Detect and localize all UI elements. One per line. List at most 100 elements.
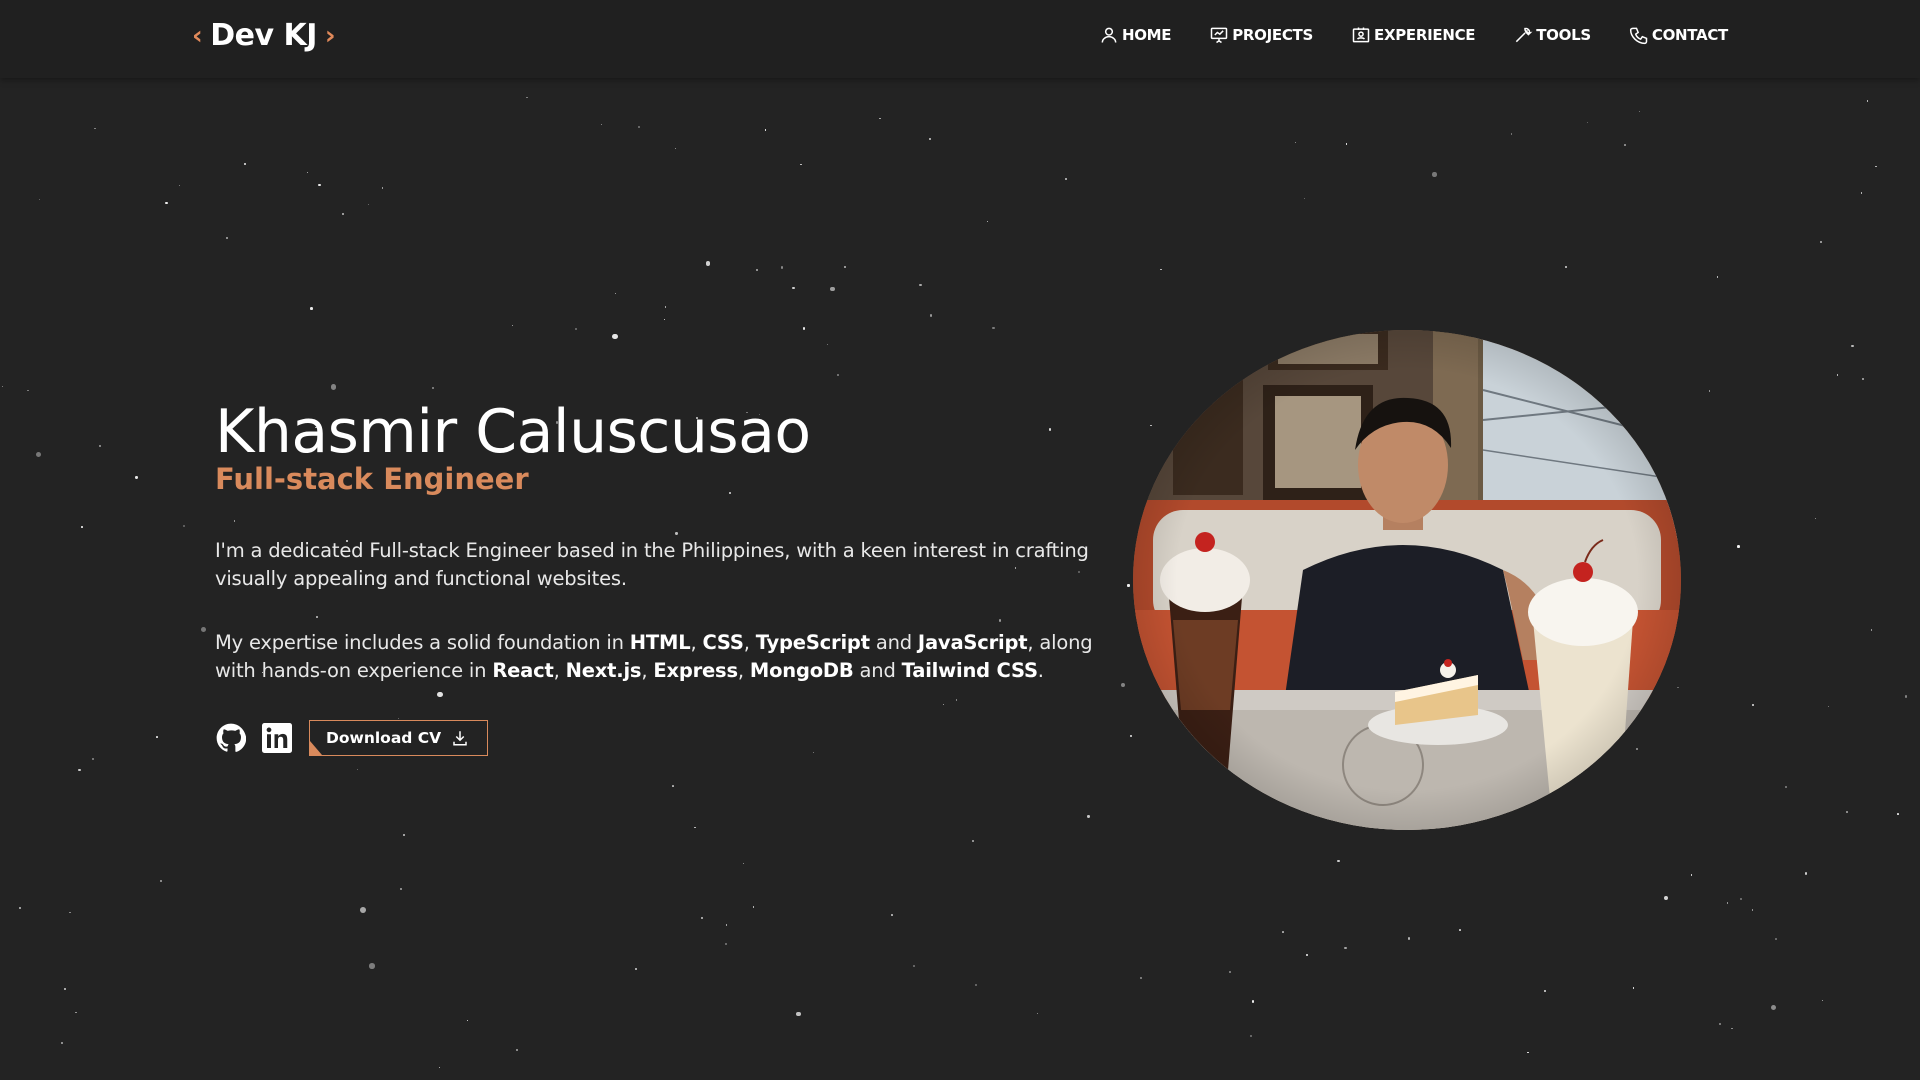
star — [403, 833, 406, 836]
star — [634, 968, 638, 971]
star — [1851, 344, 1854, 347]
star — [929, 314, 933, 317]
star — [1896, 812, 1899, 815]
nav-projects-label: PROJECTS — [1232, 26, 1313, 44]
star — [837, 374, 839, 376]
star — [330, 384, 337, 390]
skill-javascript: JavaScript — [917, 631, 1028, 654]
github-link[interactable] — [215, 722, 247, 754]
star — [955, 699, 958, 701]
star — [1408, 937, 1411, 940]
star — [913, 965, 915, 967]
star — [942, 703, 944, 706]
download-cv-label: Download CV — [326, 729, 442, 747]
linkedin-link[interactable] — [261, 722, 293, 754]
star — [1345, 143, 1347, 145]
star — [526, 96, 528, 98]
expertise-text: . — [1037, 659, 1044, 682]
star — [802, 327, 806, 330]
star — [638, 126, 641, 129]
nav-links: HOME PROJECTS EXPERIENCE TOOLS CONTACT — [1099, 25, 1728, 45]
star — [306, 172, 308, 174]
star — [1282, 931, 1284, 933]
star — [165, 202, 168, 205]
page: ‹ Dev KJ › HOME PROJECTS EXPERIENCE TOOL… — [0, 0, 1920, 1080]
star — [360, 907, 367, 914]
skill-css: CSS — [702, 631, 744, 654]
id-badge-icon — [1352, 27, 1370, 43]
star — [574, 328, 577, 331]
star — [728, 492, 731, 495]
star — [1305, 954, 1309, 957]
star — [919, 284, 922, 287]
star — [367, 203, 370, 206]
star — [310, 307, 314, 310]
expertise-text: , — [690, 631, 703, 654]
logo-link[interactable]: ‹ Dev KJ › — [192, 18, 336, 53]
star — [91, 758, 94, 761]
star — [664, 306, 666, 308]
nav-contact-label: CONTACT — [1651, 26, 1728, 44]
hero-role: Full-stack Engineer — [215, 462, 529, 496]
nav-contact[interactable]: CONTACT — [1629, 25, 1728, 45]
star — [705, 261, 711, 267]
star — [1846, 811, 1849, 814]
download-cv-button[interactable]: Download CV — [309, 720, 489, 756]
star — [764, 129, 766, 131]
expertise-paragraph: My expertise includes a solid foundation… — [215, 629, 1105, 685]
star — [986, 220, 989, 223]
star — [1875, 165, 1877, 168]
skill-typescript: TypeScript — [755, 631, 870, 654]
github-icon — [216, 723, 246, 752]
star — [701, 917, 703, 919]
star — [1127, 584, 1130, 587]
nav-projects[interactable]: PROJECTS — [1209, 25, 1313, 45]
profile-photo — [1133, 330, 1681, 830]
phone-icon — [1629, 27, 1648, 45]
star — [1295, 142, 1297, 144]
star — [1252, 1000, 1255, 1003]
expertise-text: My expertise includes a solid foundation… — [215, 631, 630, 654]
star — [159, 880, 162, 883]
star — [826, 343, 828, 345]
star — [75, 1011, 77, 1014]
star — [1821, 999, 1823, 1002]
star — [1726, 902, 1729, 904]
star — [742, 862, 745, 865]
nav-home-label: HOME — [1121, 26, 1172, 44]
star — [1836, 374, 1839, 377]
star — [1635, 747, 1638, 750]
star — [1565, 266, 1568, 269]
profile-photo-illustration — [1133, 330, 1681, 830]
star — [81, 525, 84, 528]
star — [1087, 815, 1090, 818]
star — [1904, 695, 1907, 698]
star — [399, 887, 403, 891]
expertise-text: , — [553, 659, 566, 682]
star — [1543, 989, 1547, 993]
star — [1867, 100, 1869, 102]
star — [1, 385, 4, 388]
star — [752, 905, 755, 908]
star — [615, 292, 617, 294]
star — [341, 212, 345, 216]
star — [800, 163, 803, 166]
star — [726, 924, 728, 926]
star — [781, 266, 784, 269]
intro-paragraph: I'm a dedicated Full-stack Engineer base… — [215, 539, 1089, 590]
nav-tools[interactable]: TOOLS — [1513, 25, 1591, 45]
star — [369, 963, 375, 969]
star — [356, 769, 358, 771]
star — [182, 525, 185, 528]
star — [1344, 947, 1347, 950]
star — [1716, 276, 1718, 278]
star — [844, 266, 847, 269]
logo-left-chevron-icon: ‹ — [192, 20, 203, 51]
skill-tailwind: Tailwind CSS — [901, 659, 1038, 682]
star — [755, 268, 759, 272]
star — [179, 185, 181, 187]
nav-home[interactable]: HOME — [1099, 25, 1172, 45]
star — [135, 476, 138, 479]
nav-experience[interactable]: EXPERIENCE — [1351, 25, 1476, 45]
star — [78, 768, 81, 772]
